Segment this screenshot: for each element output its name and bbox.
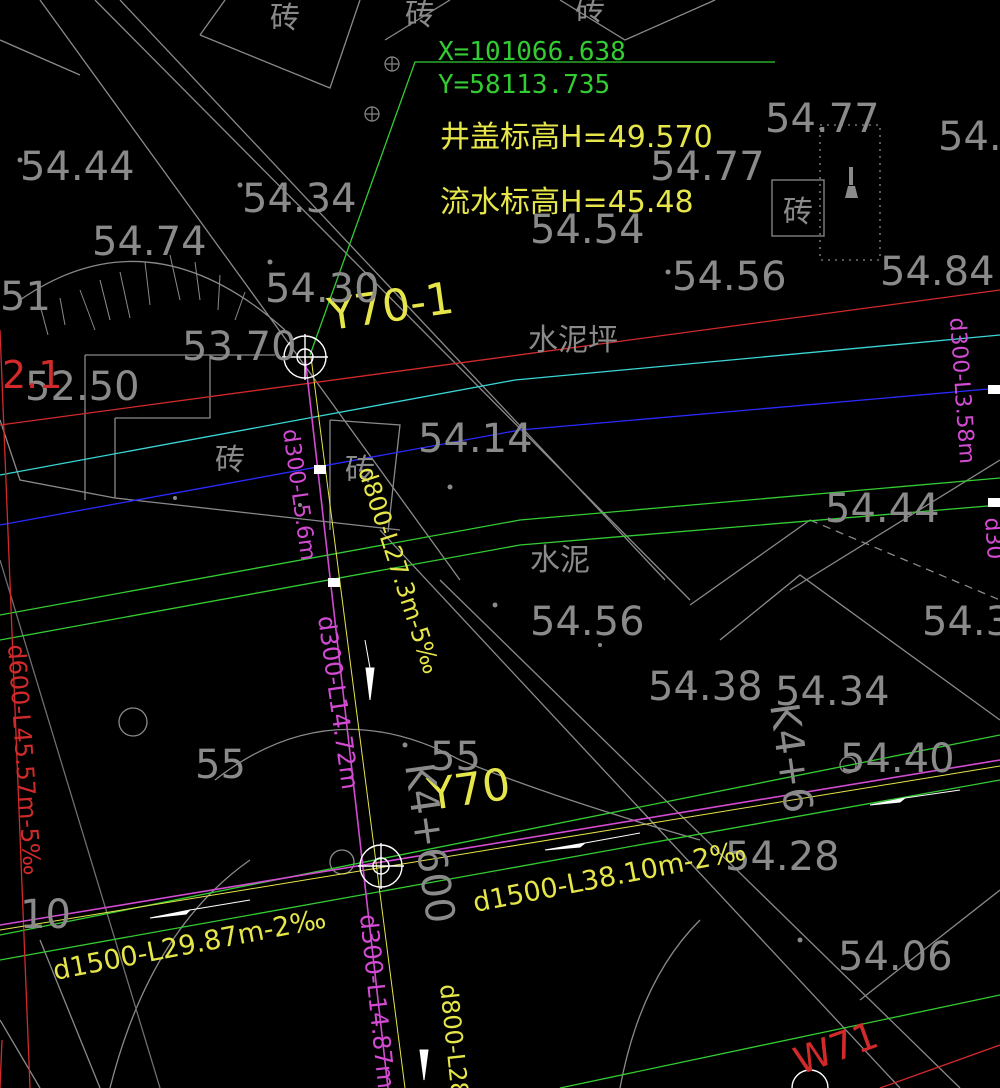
elevation-label: 54.56 [530,599,645,645]
cad-drawing-canvas[interactable]: X=101066.638 Y=58113.735 井盖标高H=49.570 流水… [0,0,1000,1088]
elevation-label: 54. [938,114,1000,160]
label-brick-5: 砖 [215,443,245,478]
elevation-label: 54.3 [922,599,1000,645]
elevation-label: 54.44 [825,486,940,532]
elevation-label: 54.40 [840,736,955,782]
elevation-label: 53.70 [182,324,297,370]
elevation-label: 54.30 [265,266,380,312]
elevation-label: 55 [195,742,246,788]
elevation-label: 54.54 [530,207,645,253]
survey-point-icon [384,56,400,72]
elevation-label: 54.44 [20,144,135,190]
elevation-label: 54.77 [650,144,765,190]
label-brick-4: 砖 [783,195,813,230]
pipe-label: d30 [979,517,1000,561]
elevation-label: 10 [20,892,71,938]
drawing-background [0,0,1000,1088]
coordinate-y: Y=58113.735 [438,70,610,100]
label-brick-1: 砖 [270,1,300,36]
label-cement-slope: 水泥坪 [528,323,618,358]
elevation-label: 51 [0,274,51,320]
coordinate-x: X=101066.638 [438,37,626,67]
label-cement: 水泥 [530,543,590,578]
elevation-label: 54.14 [418,416,533,462]
elevation-label: 54.84 [880,249,995,295]
elevation-label: 54.74 [92,219,207,265]
label-brick-2: 砖 [405,0,435,33]
elevation-label: 54.56 [672,254,787,300]
survey-point-icon [364,106,380,122]
elevation-label: 54.34 [242,176,357,222]
elevation-label: 54.06 [838,934,953,980]
red-marker-label: 2.1 [2,353,62,397]
label-brick-3: 砖 [575,0,605,28]
elevation-label: 54.77 [765,96,880,142]
elevation-label: 54.38 [648,664,763,710]
